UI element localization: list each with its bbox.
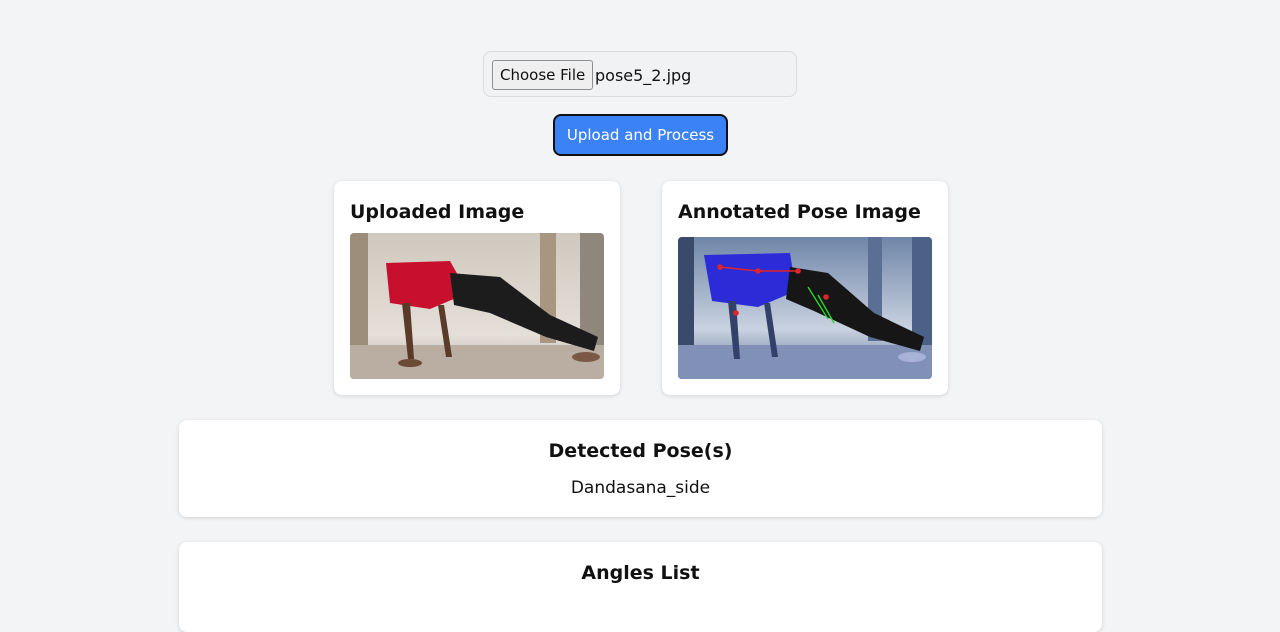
uploaded-image-card: Uploaded Image [334,181,620,395]
detected-poses-card: Detected Pose(s) Dandasana_side [179,420,1102,517]
selected-file-name: pose5_2.jpg [595,66,692,85]
file-input[interactable]: Choose File pose5_2.jpg [483,51,797,97]
annotated-pose-image [678,237,932,379]
angles-list-title: Angles List [581,562,700,584]
uploaded-image [350,233,604,379]
annotated-image-card: Annotated Pose Image [662,181,948,395]
detected-pose-value: Dandasana_side [570,478,711,498]
upload-and-process-button[interactable]: Upload and Process [553,114,728,156]
angles-list-card: Angles List [179,542,1102,632]
detected-poses-title: Detected Pose(s) [548,440,733,462]
annotated-image-title: Annotated Pose Image [678,201,921,223]
choose-file-button[interactable]: Choose File [492,60,594,90]
uploaded-image-title: Uploaded Image [350,201,525,223]
